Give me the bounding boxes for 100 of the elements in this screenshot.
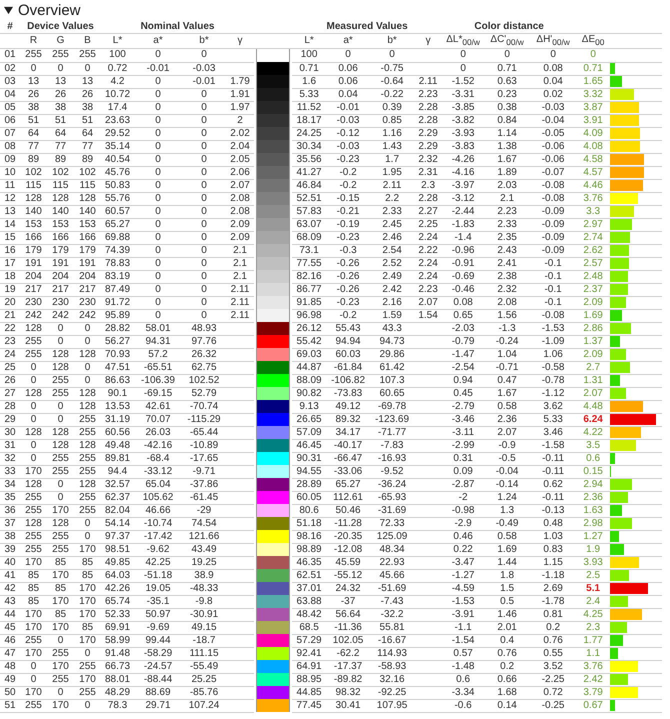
delta-e-value: 2.37	[583, 284, 603, 294]
table-cell: 2.43	[497, 244, 517, 256]
table-cell: 0	[201, 154, 207, 164]
delta-e-value: 2.86	[583, 322, 603, 334]
color-swatch	[256, 556, 290, 569]
table-cell: 2.03	[497, 180, 517, 190]
delta-e-value: 2.74	[583, 232, 603, 242]
table-cell: 1.3	[500, 504, 514, 516]
delta-e-value: 2.4	[586, 596, 600, 606]
delta-e-value: 4.48	[583, 400, 603, 412]
table-cell: 1.43	[382, 140, 402, 152]
table-cell: 102	[25, 166, 42, 178]
table-cell: -3.34	[452, 686, 474, 698]
table-cell: -2.03	[452, 322, 474, 334]
table-cell: 1.56	[497, 310, 517, 320]
table-cell: -2.54	[452, 362, 474, 372]
table-cell: 85	[54, 582, 66, 594]
table-cell: -70.74	[190, 400, 218, 412]
table-cell: 2.16	[382, 296, 402, 308]
table-cell: -0.2	[339, 310, 357, 320]
delta-e-value: 4.09	[583, 128, 603, 138]
table-cell: -89.82	[334, 674, 362, 684]
table-cell: 128	[25, 192, 42, 204]
table-cell: -3.82	[452, 114, 474, 126]
table-cell: 1.04	[497, 348, 517, 360]
table-cell: 255	[52, 466, 69, 476]
table-cell: -0.25	[542, 700, 564, 710]
table-cell: 13.53	[105, 400, 130, 412]
table-cell: 2.11	[418, 76, 438, 86]
row-number: 27	[4, 388, 16, 398]
table-cell: 0	[84, 336, 90, 346]
table-cell: 2.05	[230, 154, 250, 164]
table-cell: 0	[389, 49, 395, 60]
table-cell: 62.51	[296, 570, 322, 580]
table-cell: 0.72	[543, 686, 563, 698]
table-cell: 2.28	[418, 192, 438, 204]
table-cell: -0.11	[542, 466, 564, 476]
collapse-arrow-icon[interactable]	[4, 6, 13, 14]
table-cell: 77	[28, 140, 40, 152]
table-cell: -0.13	[542, 504, 564, 516]
table-cell: 0	[155, 140, 161, 152]
table-cell: 43.3	[382, 322, 402, 334]
table-cell: 128	[79, 348, 96, 360]
table-cell: 49.12	[336, 400, 361, 412]
delta-e-value: 0	[590, 49, 596, 60]
table-cell: 0.71	[299, 62, 319, 74]
table-cell: 56.27	[105, 336, 130, 346]
table-cell: -2.87	[452, 478, 474, 490]
table-cell: 0	[58, 62, 64, 74]
color-swatch	[256, 374, 290, 387]
table-cell: 64.91	[296, 660, 322, 672]
delta-e-value: 4.58	[583, 154, 603, 164]
table-cell: -61.45	[190, 492, 218, 502]
table-cell: 30.41	[336, 700, 361, 710]
table-cell: 65.04	[146, 478, 171, 490]
table-cell: 0	[201, 114, 207, 126]
table-cell: 255	[52, 388, 69, 398]
table-cell: 1.14	[497, 128, 517, 138]
table-cell: 0	[58, 336, 64, 346]
table-cell: 68.5	[299, 622, 319, 632]
table-cell: 58.01	[146, 322, 171, 334]
row-number: 21	[4, 310, 16, 320]
delta-e-value: 5.1	[586, 582, 600, 594]
table-cell: 85	[28, 570, 40, 580]
table-cell: 88.69	[146, 686, 171, 698]
table-cell: 46.66	[146, 504, 171, 516]
color-swatch	[256, 465, 290, 478]
table-cell: -0.75	[380, 62, 404, 74]
table-cell: 51	[54, 114, 66, 126]
table-cell: 230	[25, 296, 42, 308]
delta-e-value: 2.07	[583, 388, 603, 398]
table-cell: 0.39	[382, 102, 402, 112]
table-cell: 2.11	[230, 310, 250, 320]
table-cell: -1.54	[452, 634, 474, 646]
table-cell: -31.69	[378, 504, 406, 516]
row-number: 12	[4, 192, 16, 204]
delta-e-value: 1.77	[583, 634, 603, 646]
color-swatch	[256, 361, 290, 374]
table-cell: 2.49	[382, 270, 402, 282]
table-cell: -0.3	[339, 244, 357, 256]
table-cell: 1.44	[497, 556, 517, 568]
table-cell: 0	[155, 232, 161, 242]
table-cell: 90.1	[108, 388, 128, 398]
table-cell: -4.16	[452, 166, 474, 178]
table-cell: 0.85	[382, 114, 402, 126]
table-cell: 102.52	[188, 374, 220, 386]
table-cell: 0	[201, 258, 207, 268]
group-heading: Nominal Values	[140, 20, 214, 32]
table-cell: 1.67	[497, 388, 517, 398]
table-cell: 2.04	[230, 140, 250, 152]
table-cell: 217	[52, 284, 69, 294]
table-cell: 0.94	[453, 374, 473, 386]
table-cell: -0.46	[452, 284, 474, 294]
color-swatch	[256, 478, 290, 491]
table-cell: 128	[52, 348, 69, 360]
table-cell: 1.24	[497, 492, 517, 502]
table-cell: -0.64	[380, 76, 404, 86]
table-cell: -106.39	[141, 374, 175, 386]
table-cell: 26	[28, 88, 40, 100]
table-cell: -33.06	[334, 466, 362, 476]
